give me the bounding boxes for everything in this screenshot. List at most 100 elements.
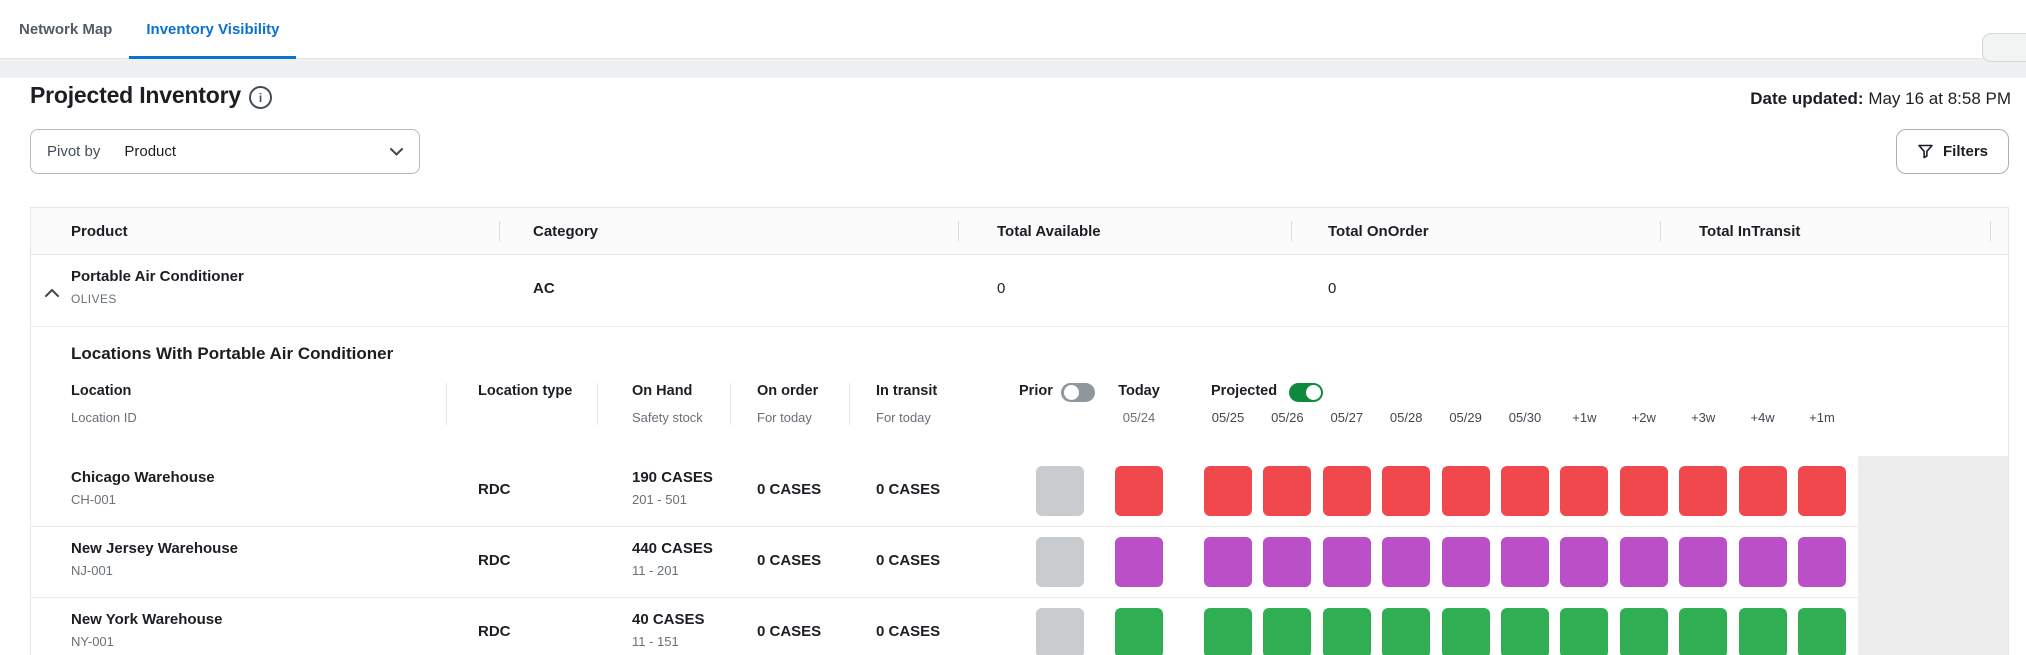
projected-cell[interactable] xyxy=(1501,608,1549,655)
projected-cell[interactable] xyxy=(1204,608,1252,655)
date-updated-label: Date updated: xyxy=(1750,89,1863,108)
total-onorder-value: 0 xyxy=(1328,280,1336,297)
subcol-in-transit-fortoday: For today xyxy=(876,410,931,425)
header-separator xyxy=(499,221,500,241)
projected-toggle[interactable] xyxy=(1289,383,1323,402)
projected-cell[interactable] xyxy=(1560,466,1608,516)
projected-cell[interactable] xyxy=(1798,608,1846,655)
col-total-intransit: Total InTransit xyxy=(1699,208,1800,254)
in-transit-value: 0 CASES xyxy=(876,552,940,569)
projected-date-label: +4w xyxy=(1739,410,1787,425)
cutoff-edge-button[interactable] xyxy=(1982,33,2026,62)
location-type: RDC xyxy=(478,623,511,640)
projected-cell[interactable] xyxy=(1798,537,1846,587)
location-name: Chicago Warehouse xyxy=(71,469,215,486)
location-name: New York Warehouse xyxy=(71,611,222,628)
on-hand-value: 190 CASES xyxy=(632,469,713,486)
projected-cell[interactable] xyxy=(1560,608,1608,655)
projected-cell[interactable] xyxy=(1263,608,1311,655)
projected-date-label: 05/25 xyxy=(1204,410,1252,425)
projected-cell[interactable] xyxy=(1323,466,1371,516)
subcol-safety-stock: Safety stock xyxy=(632,410,703,425)
projected-cell[interactable] xyxy=(1442,537,1490,587)
tab-network-map[interactable]: Network Map xyxy=(2,0,129,58)
projected-cell[interactable] xyxy=(1798,466,1846,516)
projected-cell[interactable] xyxy=(1204,466,1252,516)
on-hand-value: 440 CASES xyxy=(632,540,713,557)
subheader-separator xyxy=(446,383,447,425)
location-id: NY-001 xyxy=(71,634,114,649)
info-icon[interactable]: i xyxy=(249,86,272,109)
projected-cell[interactable] xyxy=(1679,537,1727,587)
subcol-on-hand: On Hand xyxy=(632,383,692,399)
subheader-separator xyxy=(597,383,598,425)
collapse-caret-icon[interactable] xyxy=(45,284,59,302)
subcol-prior: Prior xyxy=(1019,383,1053,399)
prior-cell[interactable] xyxy=(1036,537,1084,587)
subcol-location-id: Location ID xyxy=(71,410,137,425)
tab-inventory-visibility[interactable]: Inventory Visibility xyxy=(129,0,296,58)
projected-cell[interactable] xyxy=(1739,466,1787,516)
projected-cell[interactable] xyxy=(1620,466,1668,516)
subcol-location: Location xyxy=(71,383,131,399)
subheader-separator xyxy=(849,383,850,425)
projected-inventory-table: Product Category Total Available Total O… xyxy=(30,207,2009,655)
header-separator xyxy=(958,221,959,241)
location-type: RDC xyxy=(478,481,511,498)
projected-cell[interactable] xyxy=(1501,537,1549,587)
projected-cell[interactable] xyxy=(1263,466,1311,516)
projected-cell[interactable] xyxy=(1442,608,1490,655)
subcol-projected: Projected xyxy=(1211,383,1277,399)
projected-cell[interactable] xyxy=(1739,537,1787,587)
screen: Network Map Inventory Visibility Project… xyxy=(0,0,2026,655)
date-updated-value: May 16 at 8:58 PM xyxy=(1864,89,2011,108)
location-type: RDC xyxy=(478,552,511,569)
today-cell[interactable] xyxy=(1115,537,1163,587)
header-separator xyxy=(1660,221,1661,241)
col-product: Product xyxy=(71,208,128,254)
location-row: Chicago WarehouseCH-001RDC190 CASES201 -… xyxy=(31,456,1858,527)
today-cell[interactable] xyxy=(1115,608,1163,655)
date-updated: Date updated: May 16 at 8:58 PM xyxy=(1750,89,2011,109)
projected-cell[interactable] xyxy=(1739,608,1787,655)
projected-date-label: 05/27 xyxy=(1323,410,1371,425)
location-id: CH-001 xyxy=(71,492,116,507)
prior-cell[interactable] xyxy=(1036,466,1084,516)
location-row: New York WarehouseNY-001RDC40 CASES11 - … xyxy=(31,598,1858,655)
today-cell[interactable] xyxy=(1115,466,1163,516)
projected-cell[interactable] xyxy=(1382,608,1430,655)
subheader-separator xyxy=(730,383,731,425)
on-hand-value: 40 CASES xyxy=(632,611,705,628)
pivot-by-select[interactable]: Pivot by Product xyxy=(30,129,420,174)
projected-cell[interactable] xyxy=(1620,537,1668,587)
col-category: Category xyxy=(533,208,598,254)
locations-panel: Locations With Portable Air Conditioner … xyxy=(31,327,2008,655)
subcol-today: Today xyxy=(1115,383,1163,399)
projected-cell[interactable] xyxy=(1679,466,1727,516)
locations-panel-title: Locations With Portable Air Conditioner xyxy=(71,344,393,364)
product-category: AC xyxy=(533,280,555,297)
pivot-by-value: Product xyxy=(124,143,176,160)
projected-cell[interactable] xyxy=(1382,537,1430,587)
prior-toggle[interactable] xyxy=(1061,383,1095,402)
projected-cell[interactable] xyxy=(1382,466,1430,516)
projected-cell[interactable] xyxy=(1323,608,1371,655)
projected-cell[interactable] xyxy=(1204,537,1252,587)
chevron-down-icon xyxy=(390,148,403,156)
safety-stock-value: 11 - 201 xyxy=(632,563,679,578)
projected-cell[interactable] xyxy=(1620,608,1668,655)
projected-cell[interactable] xyxy=(1442,466,1490,516)
in-transit-value: 0 CASES xyxy=(876,481,940,498)
projected-cell[interactable] xyxy=(1263,537,1311,587)
filters-button[interactable]: Filters xyxy=(1896,129,2009,174)
projected-date-label: +1m xyxy=(1798,410,1846,425)
projected-date-label: +3w xyxy=(1679,410,1727,425)
projected-date-label: 05/28 xyxy=(1382,410,1430,425)
projected-cell[interactable] xyxy=(1679,608,1727,655)
projected-cell[interactable] xyxy=(1560,537,1608,587)
subcol-on-order: On order xyxy=(757,383,818,399)
total-available-value: 0 xyxy=(997,280,1005,297)
projected-cell[interactable] xyxy=(1501,466,1549,516)
projected-cell[interactable] xyxy=(1323,537,1371,587)
prior-cell[interactable] xyxy=(1036,608,1084,655)
